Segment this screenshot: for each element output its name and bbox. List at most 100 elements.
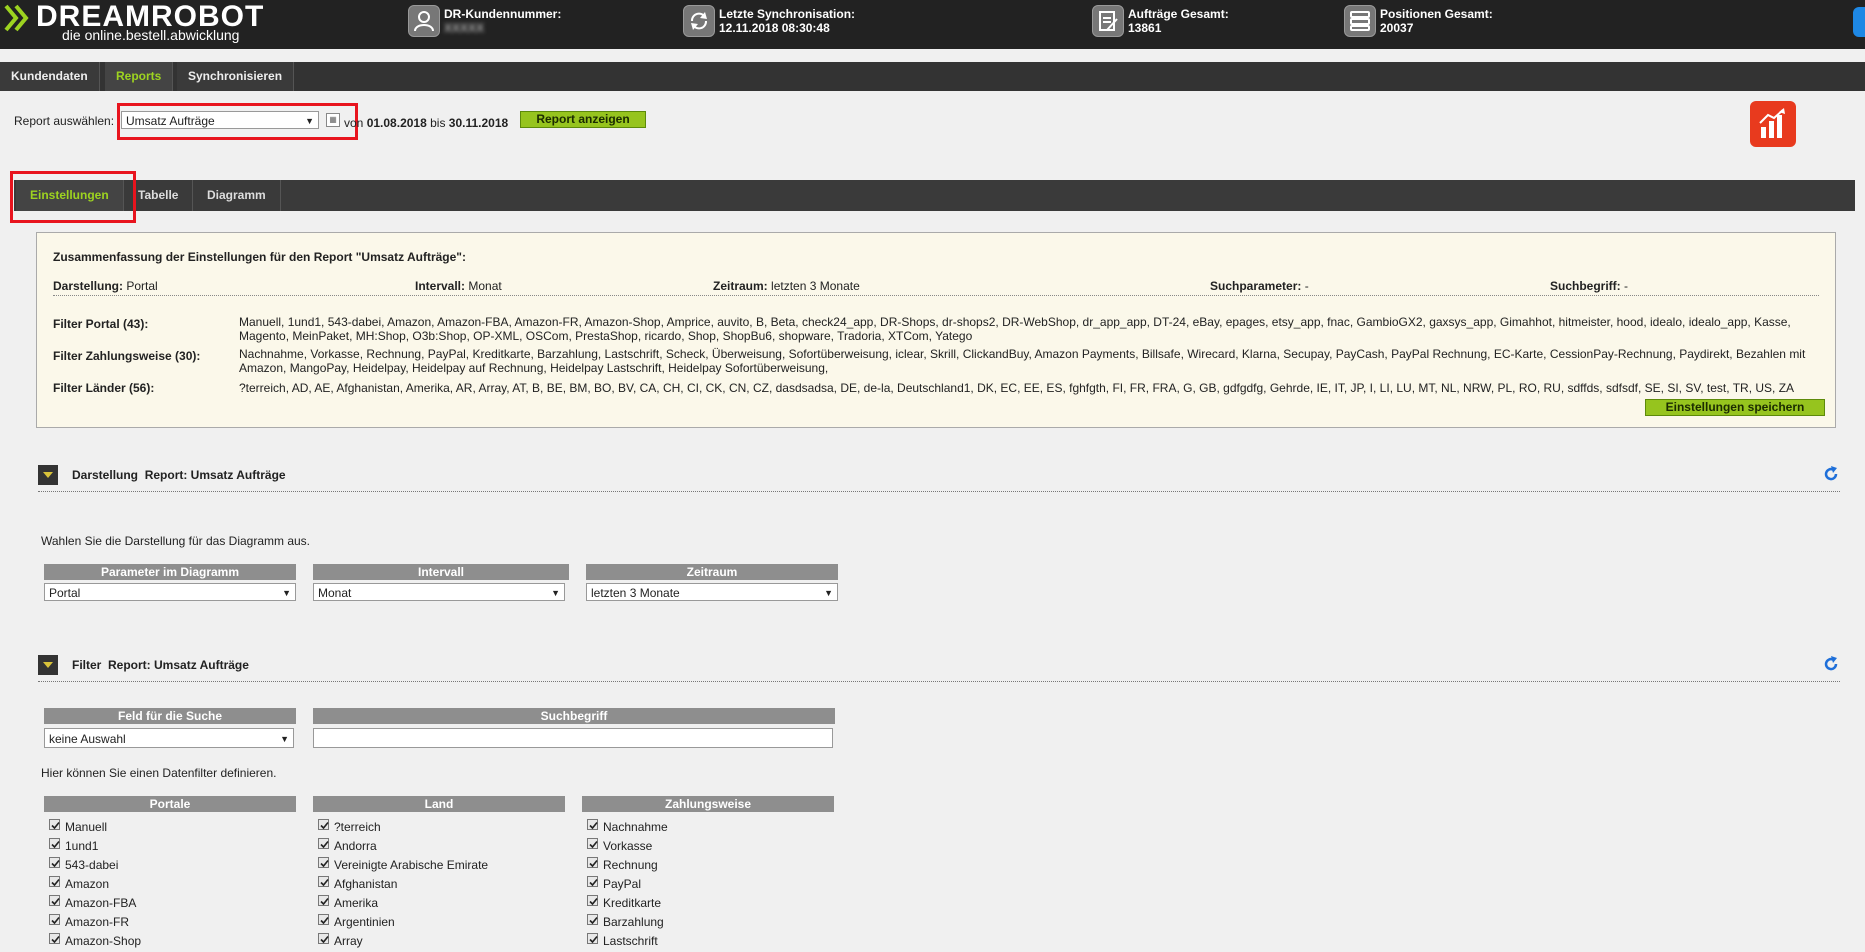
logo-chevron-icon bbox=[4, 4, 29, 32]
filter-hint: Hier können Sie einen Datenfilter defini… bbox=[41, 766, 277, 780]
checkbox-label: Amazon bbox=[65, 877, 110, 891]
intervall-select[interactable]: Monat ▼ bbox=[313, 583, 565, 601]
checkbox-checked-icon[interactable] bbox=[587, 857, 598, 868]
date-range: von 01.08.2018 bis 30.11.2018 bbox=[344, 116, 509, 130]
filter-laender-label: Filter Länder (56): bbox=[53, 381, 155, 395]
checkbox-checked-icon[interactable] bbox=[318, 857, 329, 868]
refresh-icon[interactable] bbox=[1822, 655, 1840, 673]
checkbox-label: Amazon-FR bbox=[65, 915, 130, 929]
checkbox-label: 1und1 bbox=[65, 839, 99, 853]
checkbox-checked-icon[interactable] bbox=[49, 876, 60, 887]
tab-diagramm[interactable]: Diagramm bbox=[193, 180, 281, 211]
checkbox-checked-icon[interactable] bbox=[49, 914, 60, 925]
section-title: Darstellung Report: Umsatz Aufträge bbox=[72, 468, 286, 482]
chevron-down-icon: ▼ bbox=[280, 734, 289, 744]
checkbox-label: PayPal bbox=[603, 877, 642, 891]
filter-zahlung-label: Filter Zahlungsweise (30): bbox=[53, 349, 201, 363]
stat-value: 12.11.2018 08:30:48 bbox=[719, 21, 830, 35]
checkbox-checked-icon[interactable] bbox=[318, 838, 329, 849]
checkbox-label: Rechnung bbox=[603, 858, 658, 872]
collapse-toggle[interactable] bbox=[38, 655, 58, 675]
checkbox-checked-icon[interactable] bbox=[587, 876, 598, 887]
bar-chart-icon[interactable] bbox=[1750, 101, 1796, 147]
summary-title: Zusammenfassung der Einstellungen für de… bbox=[53, 250, 466, 264]
stat-value: 13861 bbox=[1128, 21, 1162, 35]
caret-down-icon bbox=[43, 472, 53, 478]
checkbox-checked-icon[interactable] bbox=[318, 933, 329, 944]
checkbox-label: Array bbox=[334, 934, 363, 948]
report-tabs: Einstellungen Tabelle Diagramm bbox=[14, 180, 1855, 211]
col-head-zahlungsweise: Zahlungsweise bbox=[582, 796, 834, 812]
checkbox-label: Afghanistan bbox=[334, 877, 398, 891]
checkbox-checked-icon[interactable] bbox=[318, 819, 329, 830]
help-button[interactable] bbox=[1853, 7, 1865, 37]
checkbox-label: Lastschrift bbox=[603, 934, 658, 948]
highlight-box bbox=[10, 171, 136, 223]
checkbox-label: Nachnahme bbox=[603, 820, 668, 834]
checkbox-label: Vereinigte Arabische Emirate bbox=[334, 858, 489, 872]
chevron-down-icon: ▼ bbox=[824, 588, 833, 598]
orders-icon bbox=[1092, 5, 1124, 37]
chevron-down-icon: ▼ bbox=[551, 588, 560, 598]
list-icon bbox=[1344, 5, 1376, 37]
nav-item-reports[interactable]: Reports bbox=[105, 62, 174, 91]
checkbox-label: Andorra bbox=[334, 839, 377, 853]
save-settings-button[interactable]: Einstellungen speichern bbox=[1645, 399, 1825, 416]
col-head-suchbegriff: Suchbegriff bbox=[313, 708, 835, 724]
stat-label: DR-Kundennummer: bbox=[444, 7, 562, 21]
checkbox-checked-icon[interactable] bbox=[587, 838, 598, 849]
checkbox-checked-icon[interactable] bbox=[587, 914, 598, 925]
parameter-select[interactable]: Portal ▼ bbox=[44, 583, 296, 601]
checkbox-label: ?terreich bbox=[334, 820, 381, 834]
section-title: Filter Report: Umsatz Aufträge bbox=[72, 658, 249, 672]
filter-portal-value: Manuell, 1und1, 543-dabei, Amazon, Amazo… bbox=[239, 315, 1791, 343]
chevron-down-icon: ▼ bbox=[282, 588, 291, 598]
nav-item-kundendaten[interactable]: Kundendaten bbox=[0, 62, 100, 91]
checkbox-label: Barzahlung bbox=[603, 915, 664, 929]
checkbox-label: Amerika bbox=[334, 896, 379, 910]
highlight-box bbox=[117, 103, 358, 140]
checkbox-label: Vorkasse bbox=[603, 839, 653, 853]
stat-label: Aufträge Gesamt: bbox=[1128, 7, 1229, 21]
caret-down-icon bbox=[43, 662, 53, 668]
top-bar: DREAMROBOT die online.bestell.abwicklung… bbox=[0, 0, 1865, 49]
col-head-parameter: Parameter im Diagramm bbox=[44, 564, 296, 580]
stat-value: 20037 bbox=[1380, 21, 1414, 35]
col-head-feld: Feld für die Suche bbox=[44, 708, 296, 724]
filter-section-header: Filter Report: Umsatz Aufträge bbox=[38, 655, 1840, 682]
report-select-label: Report auswählen: bbox=[14, 114, 115, 128]
checkbox-checked-icon[interactable] bbox=[587, 895, 598, 906]
sync-icon bbox=[683, 5, 715, 37]
checkbox-checked-icon[interactable] bbox=[318, 876, 329, 887]
search-field-select[interactable]: keine Auswahl ▼ bbox=[44, 728, 294, 748]
darstellung-hint: Wahlen Sie die Darstellung für das Diagr… bbox=[41, 534, 311, 548]
summary-settings-row: Darstellung: Portal Intervall: Monat Zei… bbox=[53, 277, 1819, 296]
checkbox-checked-icon[interactable] bbox=[49, 857, 60, 868]
checkbox-checked-icon[interactable] bbox=[49, 819, 60, 830]
checkbox-label: Argentinien bbox=[334, 915, 395, 929]
checkbox-label: 543-dabei bbox=[65, 858, 119, 872]
checkbox-checked-icon[interactable] bbox=[587, 933, 598, 944]
main-nav: Kundendaten Reports Synchronisieren bbox=[0, 62, 1865, 91]
checkbox-label: Amazon-FBA bbox=[65, 896, 137, 910]
stat-label: Letzte Synchronisation: bbox=[719, 7, 856, 21]
zeitraum-select[interactable]: letzten 3 Monate ▼ bbox=[586, 583, 838, 601]
checkbox-checked-icon[interactable] bbox=[49, 933, 60, 944]
checkbox-checked-icon[interactable] bbox=[49, 895, 60, 906]
checkbox-checked-icon[interactable] bbox=[318, 895, 329, 906]
col-head-portale: Portale bbox=[44, 796, 296, 812]
refresh-icon[interactable] bbox=[1822, 465, 1840, 483]
checkbox-checked-icon[interactable] bbox=[49, 838, 60, 849]
collapse-toggle[interactable] bbox=[38, 465, 58, 485]
search-term-input[interactable] bbox=[313, 728, 833, 748]
settings-summary: Zusammenfassung der Einstellungen für de… bbox=[36, 232, 1836, 428]
checkbox-label: Amazon-Shop bbox=[65, 934, 142, 948]
checkbox-checked-icon[interactable] bbox=[587, 819, 598, 830]
checkbox-checked-icon[interactable] bbox=[318, 914, 329, 925]
col-head-intervall: Intervall bbox=[313, 564, 569, 580]
nav-item-synchronisieren[interactable]: Synchronisieren bbox=[177, 62, 295, 91]
show-report-button[interactable]: Report anzeigen bbox=[520, 111, 646, 128]
filter-zahlung-value: Nachnahme, Vorkasse, Rechnung, PayPal, K… bbox=[239, 347, 1806, 375]
filter-laender-value: ?terreich, AD, AE, Afghanistan, Amerika,… bbox=[239, 381, 1795, 395]
col-head-zeitraum: Zeitraum bbox=[586, 564, 838, 580]
